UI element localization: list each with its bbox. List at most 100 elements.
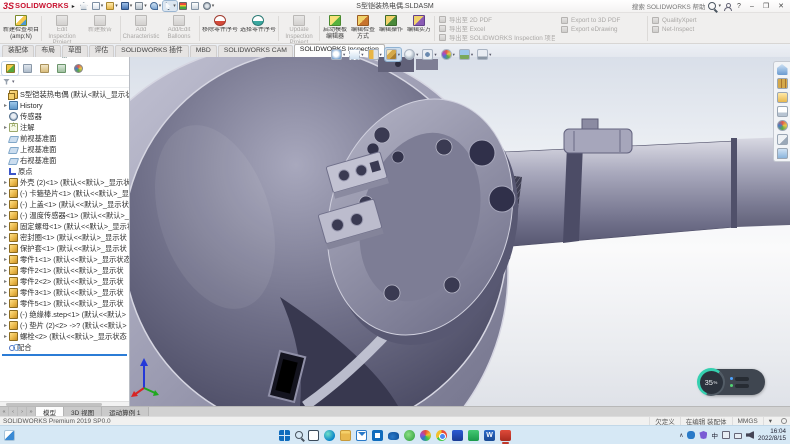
tree-item[interactable]: 右视基准面 (0, 155, 129, 166)
help-search-input[interactable]: 搜索 SOLIDWORKS 帮助 ▾ (632, 1, 721, 11)
store-icon[interactable] (372, 430, 383, 441)
tree-item[interactable]: ▸ 零件3<1> (默认<<默认>_显示状 (0, 287, 129, 298)
propertymanager-tab-icon[interactable] (19, 62, 35, 75)
weather-widget-icon[interactable] (4, 430, 15, 441)
tab-nav-button[interactable]: » (27, 407, 36, 416)
tab-overflow-icon[interactable] (87, 62, 95, 75)
tree-item[interactable]: 原点 (0, 166, 129, 177)
configurationmanager-tab-icon[interactable] (36, 62, 52, 75)
tree-horizontal-scrollbar[interactable] (0, 401, 129, 406)
tree-item[interactable]: ▸ 外壳 (2)<1> (默认<<默认>_显示状 (0, 177, 129, 188)
notes-app-icon[interactable] (468, 430, 479, 441)
graphics-viewport[interactable] (130, 57, 790, 406)
view-tool-button[interactable]: ▾ (476, 48, 492, 61)
tree-item[interactable]: ▸ 零件2<1> (默认<<默认>_显示状 (0, 265, 129, 276)
expand-arrow-icon[interactable]: ▸ (2, 289, 9, 296)
solidworks-forum-icon[interactable] (777, 148, 788, 159)
view-tool-button[interactable]: ▾ (458, 48, 474, 61)
tray-chevron-icon[interactable]: ∧ (679, 432, 683, 439)
ribbon-button[interactable]: Add Characteristic (122, 14, 160, 43)
displaymanager-tab-icon[interactable] (70, 62, 86, 75)
tree-item[interactable]: ▸ 零件2<2> (默认<<默认>_显示状 (0, 276, 129, 287)
quick-access-button[interactable]: ▾ (149, 1, 163, 11)
view-tool-button[interactable]: ▾ (385, 48, 401, 61)
taskbar-clock[interactable]: 16:04 2022/8/15 (758, 428, 786, 442)
ribbon-button[interactable]: 编辑检查方式 (349, 14, 377, 43)
command-tab[interactable]: 布局 (35, 45, 61, 57)
quick-access-button[interactable]: ▾ (91, 1, 105, 11)
ribbon-button[interactable]: 启动模板编辑器 (321, 14, 349, 43)
appearances-scenes-icon[interactable] (777, 120, 788, 131)
tab-nav-button[interactable]: › (18, 407, 27, 416)
recorder-control[interactable] (735, 384, 749, 388)
tray-speaker-icon[interactable] (746, 431, 754, 439)
ribbon-button[interactable]: Add/Edit Balloons (160, 14, 198, 43)
view-tool-button[interactable]: ▾ (348, 48, 364, 61)
tree-item[interactable]: ▸ 保护套<1> (默认<<默认>_显示状 (0, 243, 129, 254)
tree-item[interactable]: ▸ 密封圈<1> (默认<<默认>_显示状 (0, 232, 129, 243)
quick-access-button[interactable] (178, 1, 189, 11)
export-menu-item[interactable]: Export to 3D PDF (561, 16, 643, 24)
tab-nav-button[interactable]: ‹ (9, 407, 18, 416)
expand-arrow-icon[interactable]: ▸ (2, 256, 9, 263)
taskbar-explorer-icon[interactable] (340, 430, 351, 441)
quick-access-button[interactable]: ▾ (120, 1, 134, 11)
media-player-icon[interactable] (420, 430, 431, 441)
export-menu-item[interactable]: QualityXpert (652, 16, 722, 24)
close-button[interactable]: ✕ (775, 1, 787, 12)
custom-properties-icon[interactable] (777, 134, 788, 145)
tray-keyboard-icon[interactable] (722, 431, 730, 439)
tree-item[interactable]: ▸ 零件5<1> (默认<<默认>_显示状 (0, 298, 129, 309)
onedrive-icon[interactable] (388, 432, 399, 440)
tree-filter[interactable]: ▾ (0, 76, 129, 88)
ribbon-button[interactable]: Edit Inspection Project (43, 14, 81, 43)
tray-defender-icon[interactable] (699, 431, 707, 439)
document-tab[interactable]: 运动算例 1 (102, 407, 148, 416)
mail-icon[interactable] (356, 430, 367, 441)
tree-root-item[interactable]: S型铠装热电偶 (默认<默认_显示状态-1> (0, 89, 129, 100)
tree-item[interactable]: ▸ (-) 卡箍垫片<1> (默认<<默认>_显 (0, 188, 129, 199)
expand-arrow-icon[interactable]: ▸ (2, 179, 9, 186)
ribbon-button[interactable]: 新建检查项目 (amp;N) (2, 14, 40, 43)
design-library-icon[interactable] (777, 78, 788, 89)
dimxpertmanager-tab-icon[interactable] (53, 62, 69, 75)
quick-access-button[interactable]: ▾ (105, 1, 119, 11)
quick-access-button[interactable] (79, 1, 90, 11)
expand-arrow-icon[interactable]: ▸ (2, 278, 9, 285)
tree-item[interactable]: 传感器 (0, 111, 129, 122)
document-tab[interactable]: 模型 (36, 407, 64, 416)
expand-arrow-icon[interactable]: ▸ (2, 212, 9, 219)
ribbon-button[interactable]: 编辑实方 (405, 14, 433, 43)
app-blue-icon[interactable] (452, 430, 463, 441)
file-explorer-icon[interactable] (777, 92, 788, 103)
menu-expander-icon[interactable]: ▸ (72, 3, 75, 10)
command-tab[interactable]: MBD (190, 45, 217, 57)
command-tab[interactable]: 评估 (89, 45, 115, 57)
expand-arrow-icon[interactable]: ▸ (2, 223, 9, 230)
scrollbar-thumb[interactable] (6, 403, 102, 406)
export-menu-item[interactable]: 导出至 2D PDF (439, 16, 555, 24)
ribbon-button[interactable]: 新建报告 (81, 14, 119, 43)
tree-item[interactable]: ▸ History (0, 100, 129, 111)
tab-nav-button[interactable]: « (0, 407, 9, 416)
quick-access-button[interactable] (190, 1, 201, 11)
tree-item[interactable]: ▸ 螺栓<2> (默认<<默认>_显示状态 (0, 331, 129, 342)
expand-arrow-icon[interactable]: ▸ (2, 201, 9, 208)
tree-item[interactable]: ▸ 零件1<1> (默认<<默认>_显示状态 (0, 254, 129, 265)
expand-arrow-icon[interactable]: ▸ (2, 322, 9, 329)
minimize-button[interactable]: – (747, 1, 757, 12)
tree-item[interactable]: 上视基准面 (0, 144, 129, 155)
featuremanager-tab-icon[interactable] (2, 62, 18, 75)
search-icon[interactable] (295, 431, 303, 439)
recorder-control[interactable] (735, 377, 749, 381)
expand-arrow-icon[interactable]: ▸ (2, 333, 9, 340)
expand-arrow-icon[interactable]: ▸ (2, 124, 9, 131)
view-tool-button[interactable]: ▾ (421, 48, 437, 61)
ime-indicator[interactable]: 中 (711, 430, 718, 440)
command-tab[interactable]: SOLIDWORKS 插件 (115, 45, 189, 57)
view-palette-icon[interactable] (777, 106, 788, 117)
ribbon-button[interactable]: Update Inspection Project (280, 14, 318, 43)
quick-access-button[interactable]: ▾ (202, 1, 216, 11)
start-button[interactable] (279, 430, 290, 441)
expand-arrow-icon[interactable]: ▸ (2, 245, 9, 252)
